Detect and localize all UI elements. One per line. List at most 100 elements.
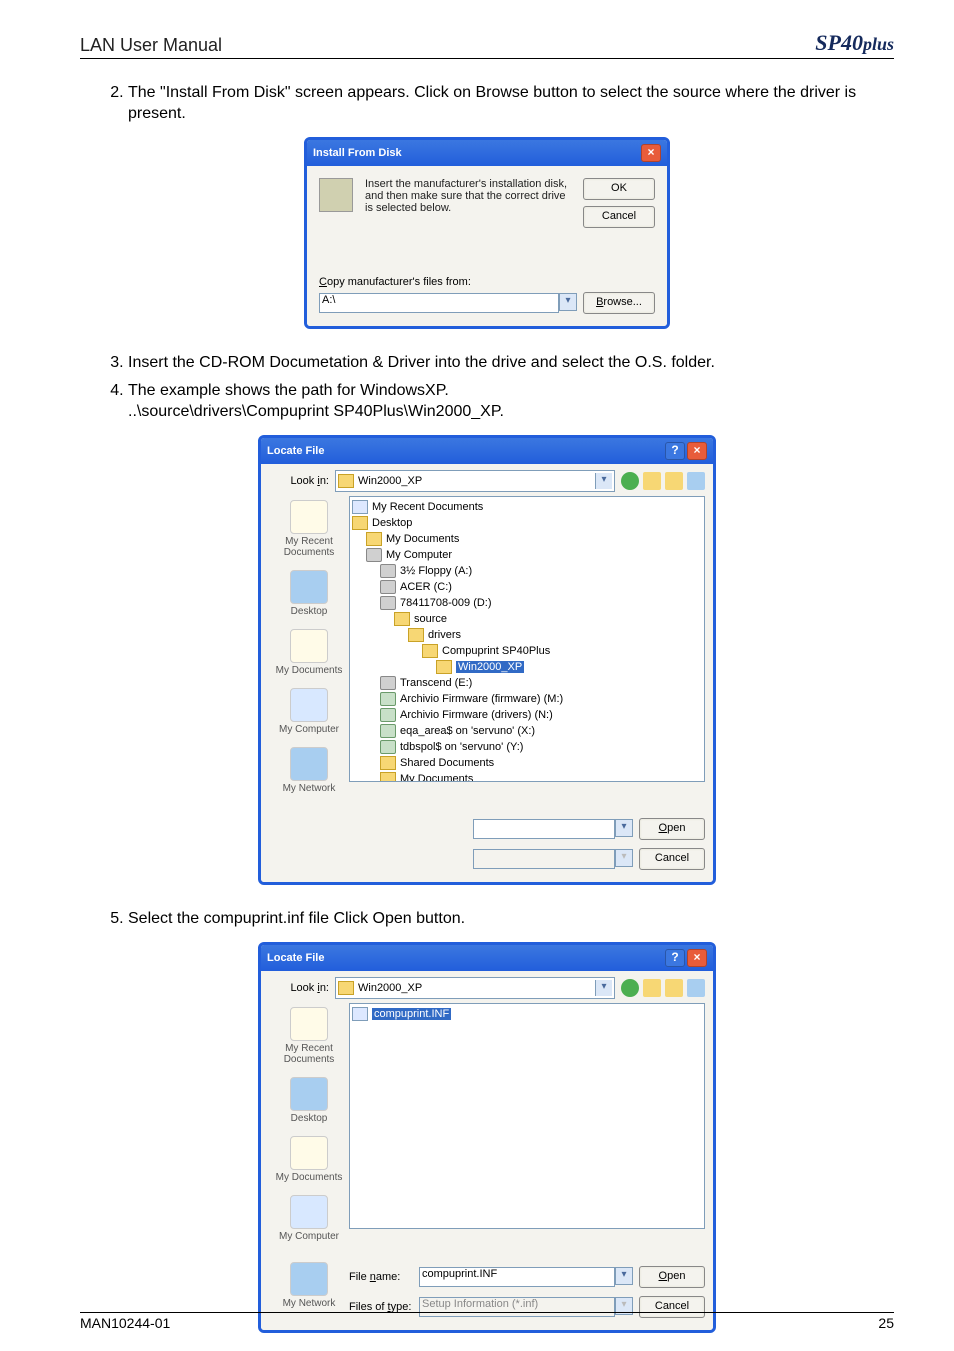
doc-icon — [352, 500, 368, 514]
footer-doc-id: MAN10244-01 — [80, 1315, 170, 1331]
tree-item[interactable]: 78411708-009 (D:) — [352, 595, 702, 611]
my-network-icon[interactable] — [290, 1262, 328, 1296]
tree-item[interactable]: 3½ Floppy (A:) — [352, 563, 702, 579]
chevron-down-icon[interactable]: ▾ — [559, 293, 577, 311]
tree-item-label: My Documents — [386, 533, 459, 545]
new-folder-icon[interactable] — [665, 979, 683, 997]
tree-item-label: 3½ Floppy (A:) — [400, 565, 472, 577]
tree-item[interactable]: Shared Documents — [352, 755, 702, 771]
folder-icon — [380, 756, 396, 770]
folder-icon — [338, 474, 354, 488]
sidebar-icon — [290, 629, 328, 663]
tree-item-label: Archivio Firmware (firmware) (M:) — [400, 693, 563, 705]
lookin-dropdown[interactable]: Win2000_XP ▾ — [335, 977, 615, 999]
chevron-down-icon[interactable]: ▾ — [615, 819, 633, 837]
chevron-down-icon[interactable]: ▾ — [595, 473, 612, 489]
close-icon[interactable]: × — [687, 949, 707, 967]
tree-item[interactable]: Transcend (E:) — [352, 675, 702, 691]
drive-icon — [366, 548, 382, 562]
tree-item[interactable]: source — [352, 611, 702, 627]
sidebar-label: My Documents — [269, 1172, 349, 1183]
sidebar-icon — [290, 1136, 328, 1170]
net-icon — [380, 692, 396, 706]
open-button[interactable]: Open — [639, 818, 705, 840]
browse-button[interactable]: Browse... — [583, 292, 655, 314]
tree-item[interactable]: My Documents — [352, 531, 702, 547]
open-button[interactable]: Open — [639, 1266, 705, 1288]
sidebar-icon — [290, 747, 328, 781]
sidebar-icon — [290, 500, 328, 534]
net-icon — [380, 740, 396, 754]
tree-item[interactable]: Archivio Firmware (firmware) (M:) — [352, 691, 702, 707]
sidebar-item[interactable]: Desktop — [269, 1077, 349, 1124]
folder-tree[interactable]: My Recent Documents Desktop My Documents My… — [349, 496, 705, 782]
sidebar-item[interactable]: My Documents — [269, 1136, 349, 1183]
close-icon[interactable]: × — [687, 442, 707, 460]
locate-file-dialog-1: Locate File ? × Look in: Win2000_XP ▾ — [258, 435, 716, 885]
sidebar-item[interactable]: Desktop — [269, 570, 349, 617]
tree-item[interactable]: drivers — [352, 627, 702, 643]
sidebar-icon — [290, 1077, 328, 1111]
tree-item[interactable]: ACER (C:) — [352, 579, 702, 595]
sidebar-label: Desktop — [269, 1113, 349, 1124]
tree-item[interactable]: Win2000_XP — [352, 659, 702, 675]
folder-icon — [422, 644, 438, 658]
tree-item[interactable]: Archivio Firmware (drivers) (N:) — [352, 707, 702, 723]
sidebar-item[interactable]: My Recent Documents — [269, 1007, 349, 1065]
cancel-button[interactable]: Cancel — [639, 848, 705, 870]
ok-button[interactable]: OK — [583, 178, 655, 200]
tree-item-label: ACER (C:) — [400, 581, 452, 593]
views-icon[interactable] — [687, 979, 705, 997]
lookin-dropdown[interactable]: Win2000_XP ▾ — [335, 470, 615, 492]
tree-item-label: My Documents — [400, 773, 473, 782]
filename-input[interactable]: compuprint.INF — [419, 1267, 615, 1287]
file-list[interactable]: compuprint.INF — [349, 1003, 705, 1229]
filename-input[interactable] — [473, 819, 615, 839]
tree-item-label: source — [414, 613, 447, 625]
tree-item[interactable]: eqa_area$ on 'servuno' (X:) — [352, 723, 702, 739]
tree-item-label: Compuprint SP40Plus — [442, 645, 550, 657]
filetype-label: Files of type: — [349, 1301, 413, 1313]
tree-item-label: My Computer — [386, 549, 452, 561]
views-icon[interactable] — [687, 472, 705, 490]
back-icon[interactable] — [621, 979, 639, 997]
footer-page-number: 25 — [878, 1315, 894, 1331]
tree-item-label: My Recent Documents — [372, 501, 483, 513]
folder-icon — [436, 660, 452, 674]
sidebar-item[interactable]: My Network — [269, 747, 349, 794]
close-icon[interactable]: × — [641, 144, 661, 162]
sidebar-label: Desktop — [269, 606, 349, 617]
help-icon[interactable]: ? — [665, 949, 685, 967]
help-icon[interactable]: ? — [665, 442, 685, 460]
up-folder-icon[interactable] — [643, 979, 661, 997]
tree-item[interactable]: My Computer — [352, 547, 702, 563]
sidebar-label: My Recent Documents — [269, 1043, 349, 1065]
tree-item[interactable]: My Recent Documents — [352, 499, 702, 515]
lookin-label: Look in: — [269, 475, 329, 487]
step-2: The "Install From Disk" screen appears. … — [128, 83, 894, 125]
tree-item[interactable]: Compuprint SP40Plus — [352, 643, 702, 659]
lookin-label: Look in: — [269, 982, 329, 994]
tree-item[interactable]: tdbspol$ on 'servuno' (Y:) — [352, 739, 702, 755]
sidebar-item[interactable]: My Computer — [269, 688, 349, 735]
chevron-down-icon[interactable]: ▾ — [595, 980, 612, 996]
back-icon[interactable] — [621, 472, 639, 490]
folder-icon — [394, 612, 410, 626]
chevron-down-icon[interactable]: ▾ — [615, 1267, 633, 1285]
file-item-selected[interactable]: compuprint.INF — [372, 1008, 451, 1020]
dialog-title: Install From Disk — [313, 147, 402, 159]
disk-icon — [319, 178, 353, 212]
sidebar-item[interactable]: My Documents — [269, 629, 349, 676]
up-folder-icon[interactable] — [643, 472, 661, 490]
sidebar-item[interactable]: My Recent Documents — [269, 500, 349, 558]
net-icon — [380, 724, 396, 738]
tree-item-label: Transcend (E:) — [400, 677, 472, 689]
path-input[interactable]: A:\ — [319, 293, 559, 313]
new-folder-icon[interactable] — [665, 472, 683, 490]
tree-item[interactable]: My Documents — [352, 771, 702, 782]
tree-item[interactable]: Desktop — [352, 515, 702, 531]
sidebar-item[interactable]: My Computer — [269, 1195, 349, 1242]
drive-icon — [380, 580, 396, 594]
cancel-button[interactable]: Cancel — [583, 206, 655, 228]
filetype-input — [473, 849, 615, 869]
